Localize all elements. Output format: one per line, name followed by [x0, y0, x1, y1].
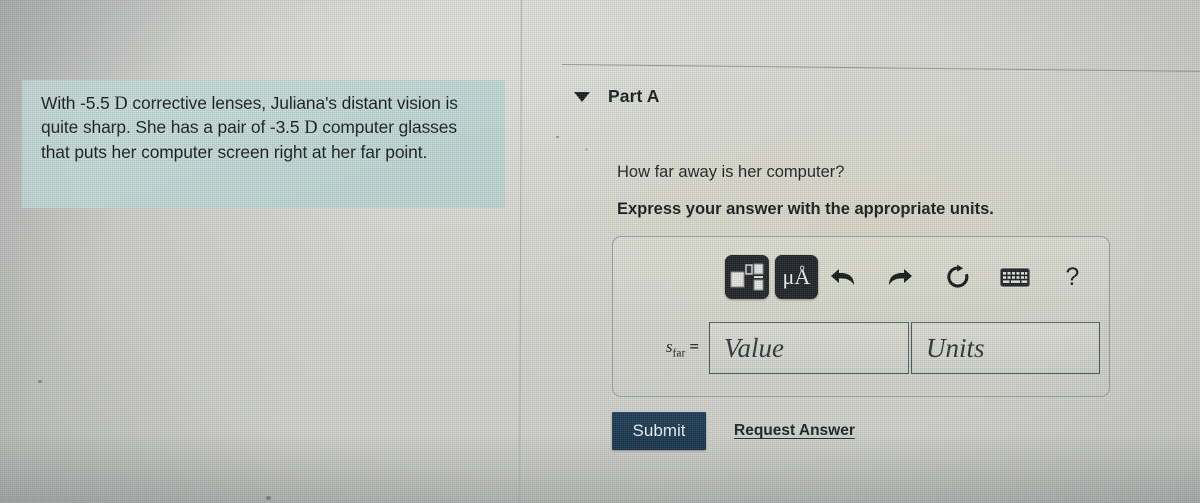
help-glyph: ? — [1065, 262, 1080, 291]
section-divider-rule — [561, 64, 1200, 72]
redo-arrow-glyph — [889, 269, 913, 285]
units-input[interactable]: Units — [911, 322, 1100, 374]
triangle-down-icon[interactable] — [574, 91, 590, 102]
screen-photo: With -5.5 D corrective lenses, Juliana's… — [0, 0, 1200, 503]
action-row: Submit Request Answer — [612, 412, 855, 450]
greek-units-label: μÅ — [782, 264, 811, 289]
help-question-mark-icon[interactable]: ? — [1054, 257, 1091, 297]
keyboard-glyph — [999, 267, 1030, 287]
reset-circular-arrow-icon[interactable] — [939, 257, 976, 297]
part-title: Part A — [608, 86, 660, 106]
reset-circular-arrow-glyph — [946, 264, 968, 288]
equals-sign: = — [689, 336, 699, 356]
math-template-icon[interactable] — [725, 255, 769, 299]
redo-arrow-icon[interactable] — [882, 257, 919, 297]
undo-arrow-icon[interactable] — [824, 257, 861, 297]
answer-subscript: far — [672, 347, 686, 360]
problem-pane: With -5.5 D corrective lenses, Juliana's… — [0, 0, 521, 503]
undo-arrow-glyph — [830, 269, 854, 285]
request-answer-link[interactable]: Request Answer — [734, 422, 855, 440]
greek-units-icon[interactable]: μÅ — [774, 255, 819, 299]
value-input[interactable]: Value — [709, 322, 909, 374]
math-toolbar: μÅ ? — [613, 237, 1111, 317]
answer-variable-label: sfar = — [613, 337, 709, 359]
answer-symbol: s — [665, 336, 673, 356]
part-header[interactable]: Part A — [574, 86, 660, 107]
answer-entry-container: μÅ ? sfar = Value Units — [612, 236, 1110, 397]
diopter-unit-1: D — [114, 94, 128, 114]
units-placeholder: Units — [926, 332, 985, 363]
submit-button[interactable]: Submit — [612, 412, 706, 450]
problem-text-segment-1: With -5.5 — [41, 93, 115, 113]
keyboard-icon[interactable] — [996, 257, 1033, 297]
answer-input-row: sfar = Value Units — [613, 319, 1111, 377]
answer-instruction: Express your answer with the appropriate… — [617, 200, 994, 218]
diopter-unit-2: D — [304, 118, 318, 139]
value-placeholder: Value — [724, 332, 784, 363]
answer-pane: Part A How far away is her computer? Exp… — [522, 0, 1200, 503]
question-prompt: How far away is her computer? — [617, 163, 845, 181]
problem-statement: With -5.5 D corrective lenses, Juliana's… — [41, 92, 481, 164]
math-template-glyph — [730, 263, 764, 291]
